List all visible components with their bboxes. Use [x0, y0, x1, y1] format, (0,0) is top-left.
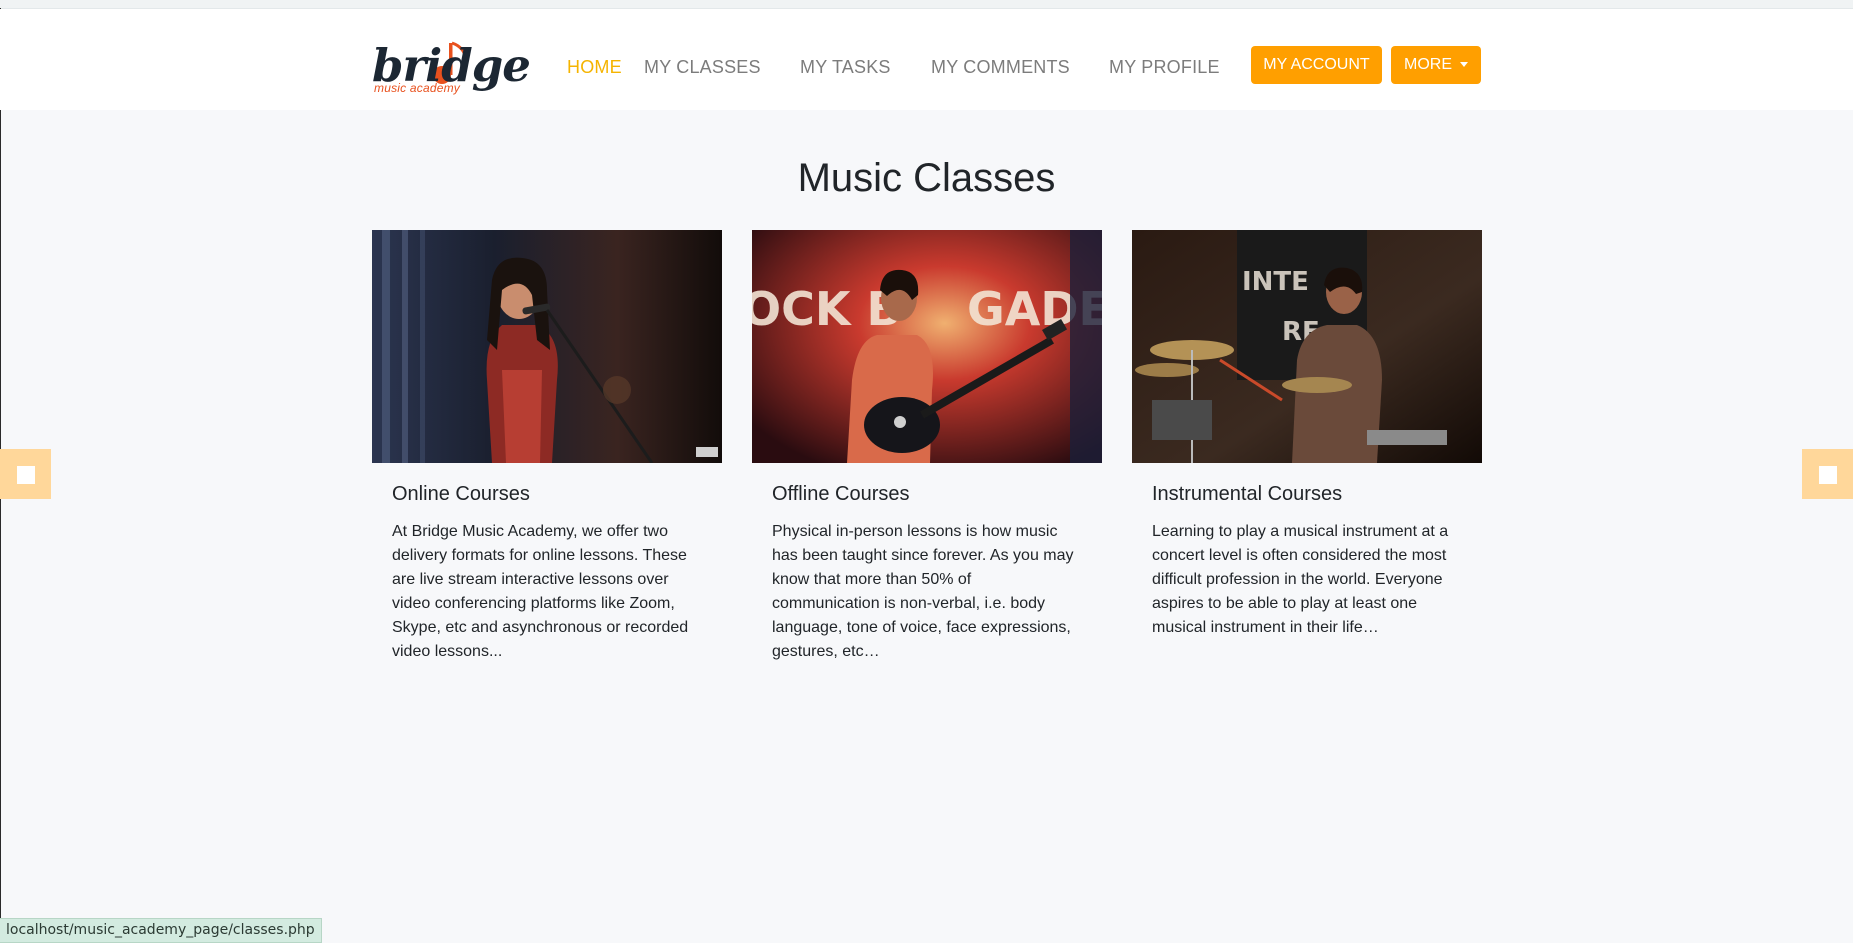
card-title: Instrumental Courses	[1152, 483, 1343, 505]
card-description: Physical in-person lessons is how music …	[772, 523, 1074, 660]
page-title: Music Classes	[797, 156, 1056, 200]
browser-top-strip	[0, 0, 1853, 9]
brand-tagline: music academy	[374, 81, 460, 95]
nav-my-tasks[interactable]: MY TASKS	[800, 57, 891, 78]
card-description: At Bridge Music Academy, we offer two de…	[392, 523, 689, 660]
square-icon	[17, 466, 35, 484]
card-description: Learning to play a musical instrument at…	[1152, 523, 1449, 636]
nav-my-profile[interactable]: MY PROFILE	[1109, 57, 1220, 78]
card-title: Online Courses	[392, 483, 530, 505]
svg-text:OCK B: OCK B	[752, 282, 902, 336]
card-title: Offline Courses	[772, 483, 910, 505]
caret-down-icon	[1460, 62, 1468, 68]
more-label: MORE	[1404, 56, 1452, 73]
singer-photo	[372, 230, 722, 463]
nav-my-classes[interactable]: MY CLASSES	[644, 57, 761, 78]
carousel-next-button[interactable]	[1802, 449, 1853, 499]
nav-my-comments[interactable]: MY COMMENTS	[931, 57, 1070, 78]
course-card-instrumental[interactable]: INTE RE Instrumental Courses Learning to…	[1132, 230, 1482, 640]
status-bar-url: localhost/music_academy_page/classes.php	[0, 918, 322, 943]
nav-home[interactable]: HOME	[567, 57, 622, 78]
drummer-photo: INTE RE	[1132, 230, 1482, 463]
my-account-label: MY ACCOUNT	[1263, 56, 1370, 73]
course-card-online[interactable]: Online Courses At Bridge Music Academy, …	[372, 230, 722, 664]
my-account-button[interactable]: MY ACCOUNT	[1251, 46, 1382, 84]
guitarist-photo: OCK B GADE	[752, 230, 1102, 463]
more-dropdown-button[interactable]: MORE	[1391, 46, 1481, 84]
course-card-offline[interactable]: OCK B GADE Offline Courses Physical in-p…	[752, 230, 1102, 664]
brand-logo[interactable]: bridge music academy	[372, 29, 531, 101]
site-header: bridge music academy HOME MY CLASSES MY …	[0, 9, 1853, 110]
carousel-prev-button[interactable]	[0, 449, 51, 499]
svg-text:INTE: INTE	[1242, 267, 1309, 297]
square-icon	[1819, 466, 1837, 484]
